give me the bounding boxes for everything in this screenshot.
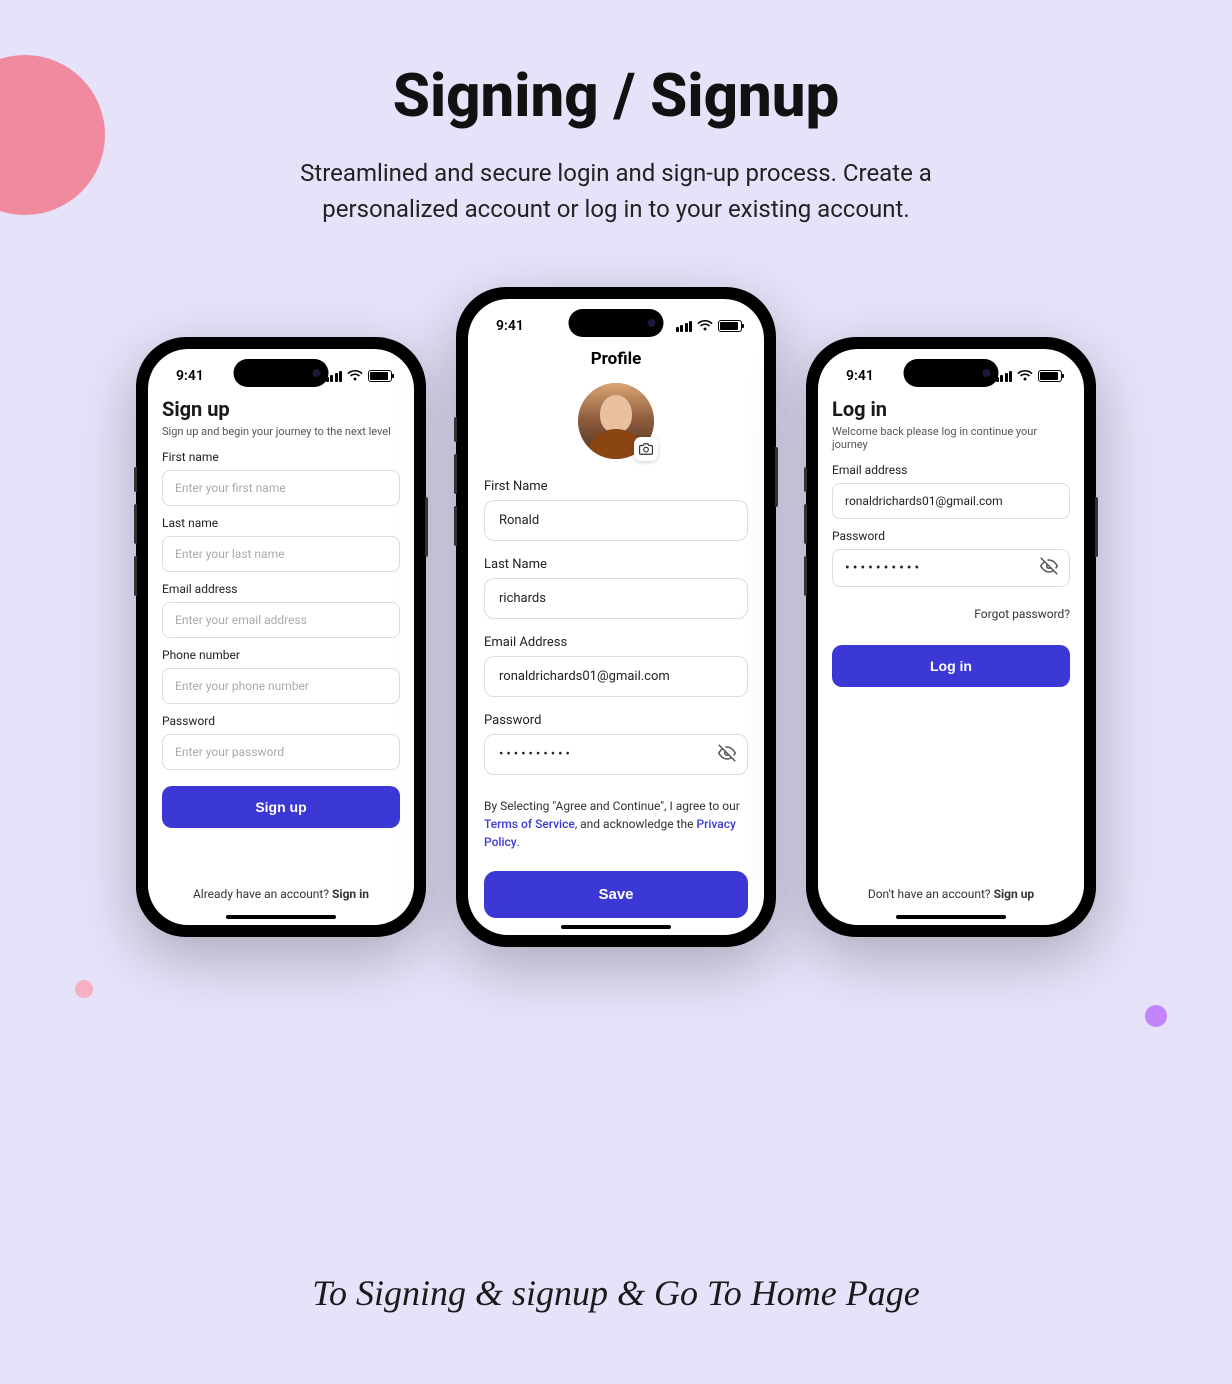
signup-button[interactable]: Sign up: [162, 786, 400, 828]
battery-icon: [718, 320, 742, 332]
login-phone-frame: 9:41 Log in Welcome back please log in c…: [806, 337, 1096, 937]
login-footer[interactable]: Don't have an account? Sign up: [832, 887, 1070, 901]
profile-title: Profile: [484, 349, 748, 369]
dynamic-island: [569, 309, 664, 337]
password-label: Password: [162, 714, 400, 728]
signup-footer[interactable]: Already have an account? Sign in: [162, 887, 400, 901]
status-indicators: [996, 370, 1063, 382]
phone-label: Phone number: [162, 648, 400, 662]
page-title: Signing / Signup: [0, 60, 1232, 131]
password-label: Password: [484, 713, 748, 728]
first-name-input[interactable]: [162, 470, 400, 506]
eye-off-icon[interactable]: [718, 744, 736, 766]
dynamic-island: [234, 359, 329, 387]
last-name-input[interactable]: [484, 578, 748, 619]
last-name-label: Last name: [162, 516, 400, 530]
signin-link[interactable]: Sign in: [332, 887, 369, 901]
first-name-input[interactable]: [484, 500, 748, 541]
email-input[interactable]: [162, 602, 400, 638]
terms-text: By Selecting "Agree and Continue", I agr…: [484, 797, 748, 851]
battery-icon: [368, 370, 392, 382]
first-name-label: First name: [162, 450, 400, 464]
footer-caption: To Signing & signup & Go To Home Page: [0, 1272, 1232, 1314]
wifi-icon: [1017, 370, 1033, 382]
login-subtitle: Welcome back please log in continue your…: [832, 425, 1070, 451]
eye-off-icon[interactable]: [1040, 557, 1058, 579]
signup-link[interactable]: Sign up: [994, 887, 1035, 901]
save-button[interactable]: Save: [484, 871, 748, 918]
decorative-dot: [75, 980, 93, 998]
wifi-icon: [697, 320, 713, 332]
login-button[interactable]: Log in: [832, 645, 1070, 687]
login-title: Log in: [832, 397, 1070, 421]
password-input[interactable]: [162, 734, 400, 770]
email-input[interactable]: [832, 483, 1070, 519]
decorative-dot: [1145, 1005, 1167, 1027]
home-indicator: [896, 915, 1006, 919]
signup-phone-frame: 9:41 Sign up Sign up and begin your jour…: [136, 337, 426, 937]
home-indicator: [561, 925, 671, 929]
status-indicators: [676, 320, 743, 332]
email-label: Email Address: [484, 635, 748, 650]
email-input[interactable]: [484, 656, 748, 697]
status-time: 9:41: [846, 368, 874, 384]
forgot-password-link[interactable]: Forgot password?: [832, 607, 1070, 621]
profile-phone-frame: 9:41 Profile First Name: [456, 287, 776, 947]
password-input[interactable]: [484, 734, 748, 775]
wifi-icon: [347, 370, 363, 382]
signal-icon: [676, 321, 693, 332]
last-name-input[interactable]: [162, 536, 400, 572]
terms-link[interactable]: Terms of Service: [484, 817, 575, 831]
dynamic-island: [904, 359, 999, 387]
email-label: Email address: [832, 463, 1070, 477]
status-time: 9:41: [496, 318, 524, 334]
camera-icon[interactable]: [634, 437, 658, 461]
page-subtitle: Streamlined and secure login and sign-up…: [236, 155, 996, 227]
battery-icon: [1038, 370, 1062, 382]
home-indicator: [226, 915, 336, 919]
status-time: 9:41: [176, 368, 204, 384]
avatar-container[interactable]: [578, 383, 654, 459]
phone-input[interactable]: [162, 668, 400, 704]
signup-title: Sign up: [162, 397, 400, 421]
password-input[interactable]: [832, 549, 1070, 587]
email-label: Email address: [162, 582, 400, 596]
signup-subtitle: Sign up and begin your journey to the ne…: [162, 425, 400, 438]
last-name-label: Last Name: [484, 557, 748, 572]
status-indicators: [326, 370, 393, 382]
first-name-label: First Name: [484, 479, 748, 494]
password-label: Password: [832, 529, 1070, 543]
